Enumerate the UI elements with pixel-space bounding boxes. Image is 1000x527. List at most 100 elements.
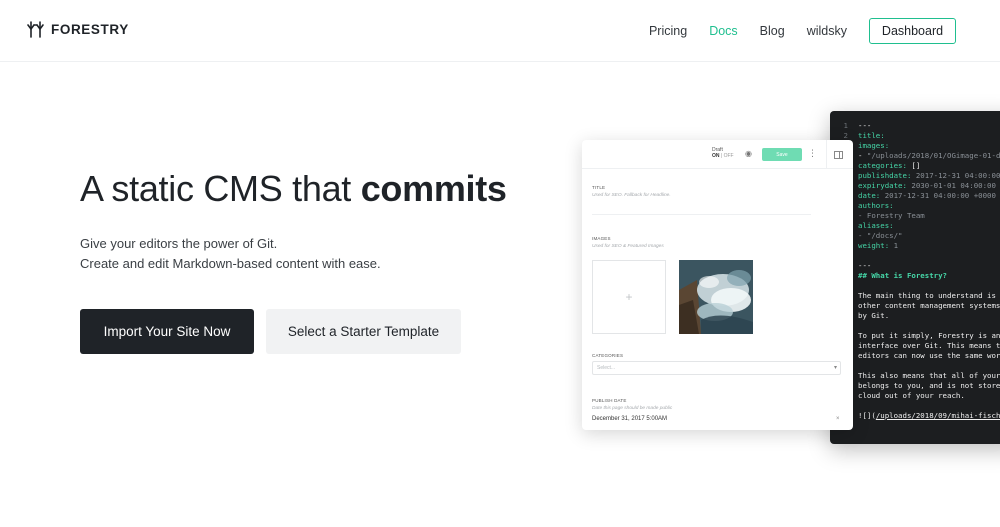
plus-icon: +	[625, 290, 633, 304]
code-token: belongs to you, and is not stored i	[858, 381, 1000, 390]
code-line: authors:	[830, 201, 1000, 211]
code-line: weight: 1	[830, 241, 1000, 251]
code-token: expirydate:	[858, 181, 912, 190]
hero-subtitle-line-2: Create and edit Markdown-based content w…	[80, 255, 381, 271]
code-token: other content management systems —	[858, 301, 1000, 310]
code-token: by Git.	[858, 311, 890, 320]
image-upload-dropzone[interactable]: +	[592, 260, 666, 334]
publish-date-input[interactable]: December 31, 2017 5:00AM	[592, 416, 667, 422]
code-token: ![](	[858, 411, 876, 420]
code-line: cloud out of your reach.	[830, 391, 1000, 401]
code-line: images:	[830, 141, 1000, 151]
title-field-input[interactable]	[592, 214, 811, 215]
code-text: belongs to you, and is not stored i	[858, 381, 1000, 391]
code-text: images:	[858, 141, 889, 151]
code-line: expirydate: 2030-01-01 04:00:00 +00	[830, 181, 1000, 191]
categories-field-label: CATEGORIES	[592, 353, 624, 358]
line-number: 1	[843, 121, 848, 130]
code-token: -	[858, 151, 867, 160]
code-line: ---	[830, 261, 1000, 271]
code-line: by Git.	[830, 311, 1000, 321]
nav-user-wildsky[interactable]: wildsky	[807, 18, 847, 44]
hero-title-bold: commits	[360, 168, 507, 209]
forestry-logo-icon	[27, 21, 44, 38]
save-button[interactable]: Save	[762, 148, 802, 161]
images-field-label: IMAGES	[592, 236, 611, 241]
hero-subtitle-line-1: Give your editors the power of Git.	[80, 236, 278, 251]
code-token: publishdate:	[858, 171, 916, 180]
code-token: This also means that all of your co	[858, 371, 1000, 380]
code-line: editors can now use the same workfl	[830, 351, 1000, 361]
code-token: interface over Git. This means that	[858, 341, 1000, 350]
nav-blog[interactable]: Blog	[760, 18, 785, 44]
code-text: editors can now use the same workfl	[858, 351, 1000, 361]
hero-title: A static CMS that commits	[80, 168, 507, 210]
code-text: ## What is Forestry?	[858, 271, 947, 281]
hero-title-light: A static CMS that	[80, 168, 351, 209]
preview-eye-icon[interactable]: ◉	[745, 150, 752, 158]
starter-template-button[interactable]: Select a Starter Template	[266, 309, 461, 354]
dashboard-button[interactable]: Dashboard	[869, 18, 956, 44]
code-token: To put it simply, Forestry is an ed	[858, 331, 1000, 340]
clear-date-icon[interactable]: ×	[836, 416, 840, 422]
image-thumbnail[interactable]	[679, 260, 753, 334]
logo[interactable]: FORESTRY	[27, 20, 129, 38]
code-token: 1	[893, 241, 899, 250]
code-line: interface over Git. This means that	[830, 341, 1000, 351]
main-nav: Pricing Docs Blog wildsky Dashboard	[649, 18, 956, 44]
publish-date-label: PUBLISH DATE	[592, 398, 627, 403]
import-site-button[interactable]: Import Your Site Now	[80, 309, 254, 354]
code-text: The main thing to understand is tha	[858, 291, 1000, 301]
code-editor-preview: 1 --- 2 title: images: - "/uploads/2018/01/OG…	[830, 111, 1000, 444]
code-token: The main thing to understand is tha	[858, 291, 1000, 300]
more-options-icon[interactable]: ⋮	[808, 148, 817, 158]
draft-toggle[interactable]: Draft ON | OFF	[712, 147, 734, 159]
code-text: ---	[858, 261, 871, 271]
code-token: title:	[858, 131, 885, 140]
title-field-help: Used for SEO. Fallback for Headline.	[592, 193, 671, 198]
code-text: expirydate: 2030-01-01 04:00:00 +00	[858, 181, 1000, 191]
draft-state: ON | OFF	[712, 153, 734, 159]
code-token: weight:	[858, 241, 894, 250]
nav-docs[interactable]: Docs	[709, 18, 737, 44]
code-token: aliases:	[858, 221, 894, 230]
code-text: - "/docs/"	[858, 231, 903, 241]
code-token: []	[911, 161, 921, 170]
toolbar-divider	[826, 140, 827, 169]
code-text: other content management systems —	[858, 301, 1000, 311]
code-token: - Forestry Team	[858, 211, 925, 220]
code-line: - "/uploads/2018/01/OGimage-01-docs	[830, 151, 1000, 161]
editor-toolbar: Draft ON | OFF ◉ Save ⋮	[582, 140, 853, 169]
code-token: images:	[858, 141, 890, 150]
code-token: 2017-12-31 04:00:00 +0000	[884, 191, 996, 200]
code-line: 2 title:	[830, 131, 1000, 141]
draft-off: OFF	[723, 153, 734, 159]
images-field-help: Used for SEO & Featured Images	[592, 244, 664, 249]
categories-placeholder: Select...	[597, 365, 616, 371]
code-line: 1 ---	[830, 121, 1000, 131]
nav-pricing[interactable]: Pricing	[649, 18, 687, 44]
draft-on: ON	[712, 153, 720, 159]
code-token: /uploads/2018/09/mihai-fischer-	[875, 411, 1000, 420]
code-text: cloud out of your reach.	[858, 391, 965, 401]
sidebar-toggle-icon[interactable]	[834, 151, 843, 159]
code-text: interface over Git. This means that	[858, 341, 1000, 351]
categories-select[interactable]: Select... ▾	[592, 361, 841, 375]
code-text: by Git.	[858, 311, 889, 321]
code-token: - "/docs/"	[858, 231, 903, 240]
code-line: belongs to you, and is not stored i	[830, 381, 1000, 391]
code-line: other content management systems —	[830, 301, 1000, 311]
code-token: categories:	[858, 161, 912, 170]
code-line: date: 2017-12-31 04:00:00 +0000	[830, 191, 1000, 201]
code-text: publishdate: 2017-12-31 04:00:00 +0	[858, 171, 1000, 181]
code-token: cloud out of your reach.	[858, 391, 965, 400]
code-text: title:	[858, 131, 885, 141]
code-line: publishdate: 2017-12-31 04:00:00 +0	[830, 171, 1000, 181]
code-text: - "/uploads/2018/01/OGimage-01-docs	[858, 151, 1000, 161]
site-header: FORESTRY Pricing Docs Blog wildsky Dashb…	[0, 0, 1000, 62]
code-text: aliases:	[858, 221, 894, 231]
